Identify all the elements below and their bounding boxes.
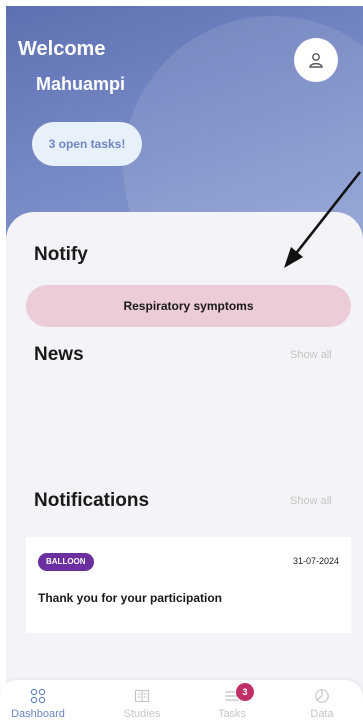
nav-label-dashboard: Dashboard xyxy=(11,708,65,720)
grid-icon xyxy=(30,688,46,704)
notifications-show-all-link[interactable]: Show all xyxy=(290,495,332,507)
notification-text: Thank you for your participation xyxy=(38,591,223,605)
username-label: Mahuampi xyxy=(36,74,126,94)
nav-item-data[interactable]: Data xyxy=(286,680,358,722)
welcome-label: Welcome xyxy=(18,38,106,60)
nav-item-dashboard[interactable]: Dashboard xyxy=(2,680,74,722)
user-icon xyxy=(309,53,323,68)
notify-heading: Notify xyxy=(34,244,88,265)
nav-label-tasks: Tasks xyxy=(217,708,247,720)
notification-date: 31-07-2024 xyxy=(292,556,339,566)
notification-badge: BALLOON xyxy=(38,553,94,571)
news-show-all-link[interactable]: Show all xyxy=(290,349,332,361)
pie-chart-icon xyxy=(315,689,329,703)
tasks-count-badge: 3 xyxy=(236,683,254,701)
bottom-navigation: Dashboard Studies 3 Tasks Data xyxy=(0,680,363,722)
nav-item-studies[interactable]: Studies xyxy=(106,680,178,722)
news-heading: News xyxy=(34,344,84,365)
notification-card[interactable]: BALLOON 31-07-2024 Thank you for your pa… xyxy=(26,537,351,633)
notifications-heading: Notifications xyxy=(34,490,150,511)
book-icon xyxy=(134,689,150,703)
app-screen: Welcome Mahuampi 3 open tasks! Notify Re… xyxy=(0,0,363,722)
profile-button[interactable] xyxy=(294,38,338,82)
nav-label-studies: Studies xyxy=(123,708,161,720)
open-tasks-button[interactable]: 3 open tasks! xyxy=(32,122,142,166)
respiratory-symptoms-button[interactable]: Respiratory symptoms xyxy=(26,285,351,327)
nav-item-tasks[interactable]: 3 Tasks xyxy=(196,680,268,722)
nav-label-data: Data xyxy=(310,708,334,720)
